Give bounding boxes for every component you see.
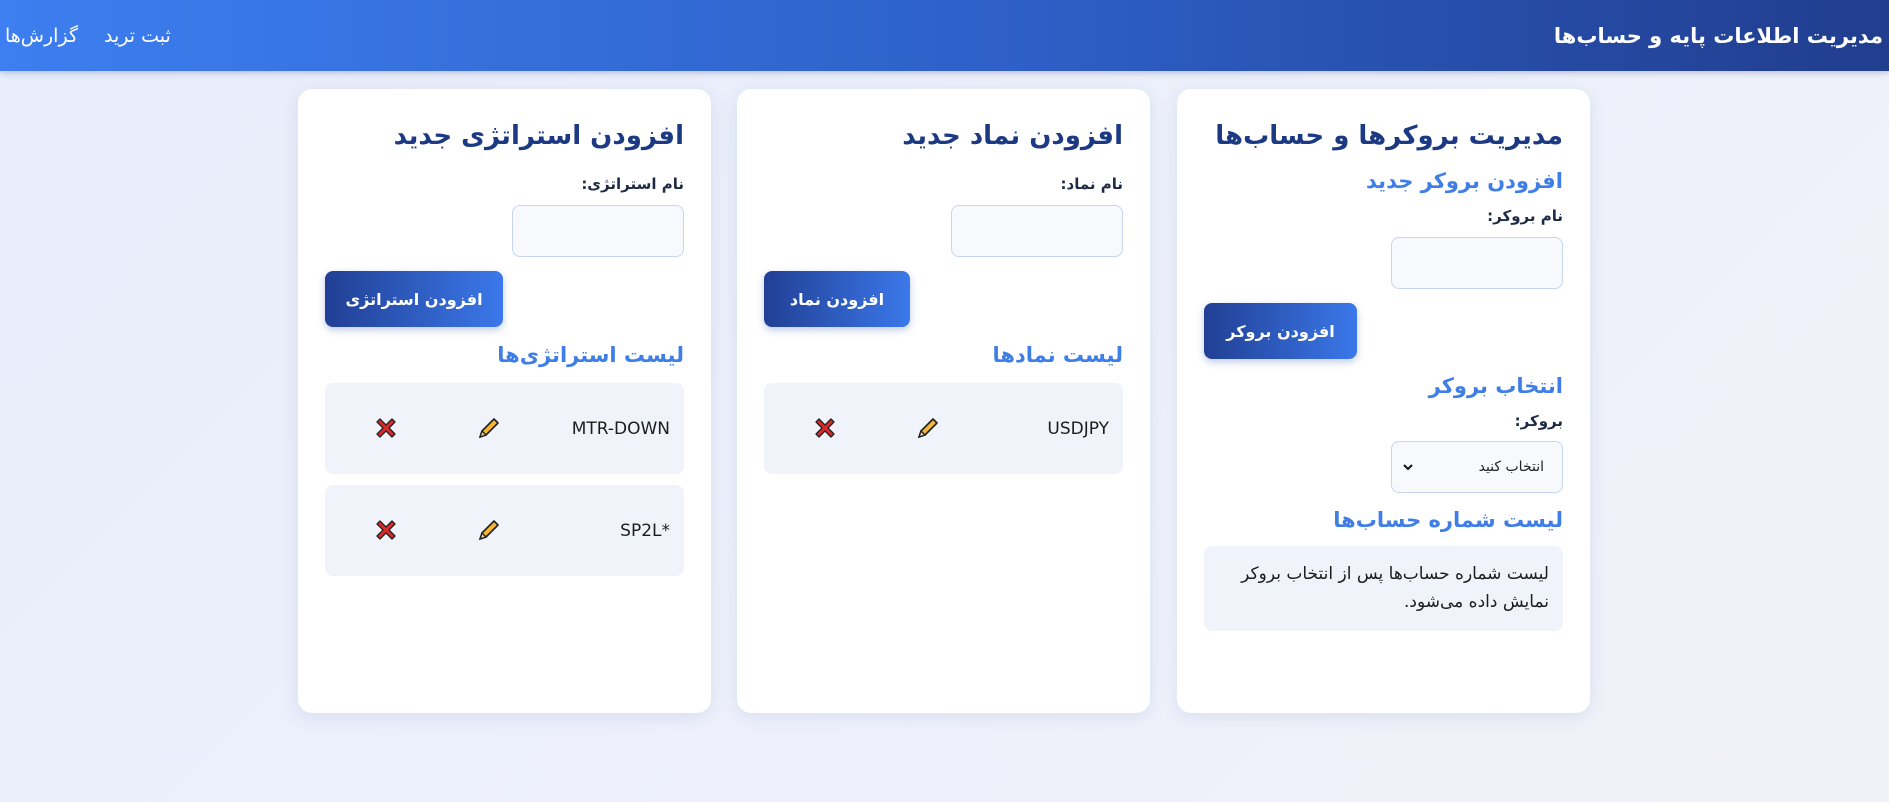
strategy-name: SP2L* [620,520,670,541]
strategies-list-heading: لیست استراتژی‌ها [497,343,684,367]
nav-link-trade-entry[interactable]: ثبت ترید [104,25,171,47]
list-item: USDJPY [764,383,1123,474]
pencil-icon[interactable] [475,414,503,442]
top-navbar: مدیریت اطلاعات پایه و حساب‌ها ثبت ترید گ… [0,0,1889,71]
accounts-empty-note: لیست شماره حساب‌ها پس از انتخاب بروکر نم… [1204,546,1563,631]
pencil-icon[interactable] [475,516,503,544]
strategies-list: MTR-DOWN SP2L* [325,383,684,576]
close-x-icon[interactable] [372,414,400,442]
symbol-name: USDJPY [1047,418,1109,439]
add-symbol-button[interactable]: افزودن نماد [764,271,910,327]
symbols-card-title: افزودن نماد جدید [902,121,1123,151]
symbol-name-label: نام نماد: [1060,175,1124,193]
brokers-card: مدیریت بروکرها و حساب‌ها افزودن بروکر جد… [1177,89,1590,713]
list-item: SP2L* [325,485,684,576]
chevron-down-icon [1402,461,1414,473]
strategies-card-title: افزودن استراتژی جدید [393,121,684,151]
broker-select[interactable]: انتخاب کنید [1391,441,1563,493]
strategy-name-input[interactable] [512,205,684,257]
pencil-icon[interactable] [914,414,942,442]
list-item: MTR-DOWN [325,383,684,474]
brokers-card-title: مدیریت بروکرها و حساب‌ها [1215,121,1563,151]
strategy-name-label: نام استراتژی: [581,175,684,193]
symbol-name-input[interactable] [951,205,1123,257]
close-x-icon[interactable] [372,516,400,544]
top-nav: ثبت ترید گزارش‌ها [0,25,171,47]
strategy-name: MTR-DOWN [571,418,670,439]
broker-select-label: بروکر: [1514,412,1563,430]
symbols-card: افزودن نماد جدید نام نماد: افزودن نماد ل… [737,89,1150,713]
broker-name-label: نام بروکر: [1487,207,1563,225]
close-x-icon[interactable] [811,414,839,442]
broker-select-value: انتخاب کنید [1478,459,1544,475]
broker-name-input[interactable] [1391,237,1563,289]
accounts-list-heading: لیست شماره حساب‌ها [1333,508,1563,532]
nav-link-reports[interactable]: گزارش‌ها [5,25,78,47]
select-broker-heading: انتخاب بروکر [1428,374,1563,398]
symbols-list: USDJPY [764,383,1123,474]
add-broker-button[interactable]: افزودن بروکر [1204,303,1357,359]
app-title: مدیریت اطلاعات پایه و حساب‌ها [1553,23,1883,48]
strategies-card: افزودن استراتژی جدید نام استراتژی: افزود… [298,89,711,713]
symbols-list-heading: لیست نمادها [992,343,1123,367]
add-broker-heading: افزودن بروکر جدید [1366,169,1563,193]
add-strategy-button[interactable]: افزودن استراتژی [325,271,503,327]
